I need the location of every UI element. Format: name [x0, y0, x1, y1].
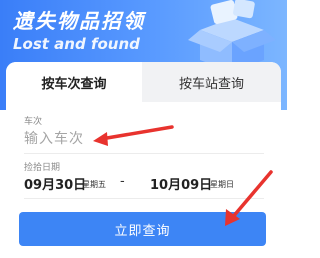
- pickup-date-label: 捡拾日期: [24, 163, 61, 173]
- tab-search-by-station[interactable]: 按车站查询: [142, 62, 281, 102]
- train-field-divider: [24, 153, 264, 154]
- train-number-input[interactable]: [24, 128, 114, 150]
- page-subtitle: Lost and found: [13, 35, 140, 53]
- end-date[interactable]: 10月09日: [150, 174, 212, 193]
- query-button[interactable]: 立即查询: [19, 212, 266, 246]
- start-weekday: 星期五: [82, 180, 106, 189]
- date-field-divider: [24, 198, 264, 199]
- train-number-label: 车次: [24, 117, 43, 127]
- tab-search-by-train[interactable]: 按车次查询: [6, 62, 142, 102]
- page-title: 遗失物品招领: [13, 9, 145, 33]
- start-date[interactable]: 09月30日: [24, 174, 86, 193]
- end-weekday: 星期日: [210, 180, 234, 189]
- date-range-separator: -: [120, 174, 125, 189]
